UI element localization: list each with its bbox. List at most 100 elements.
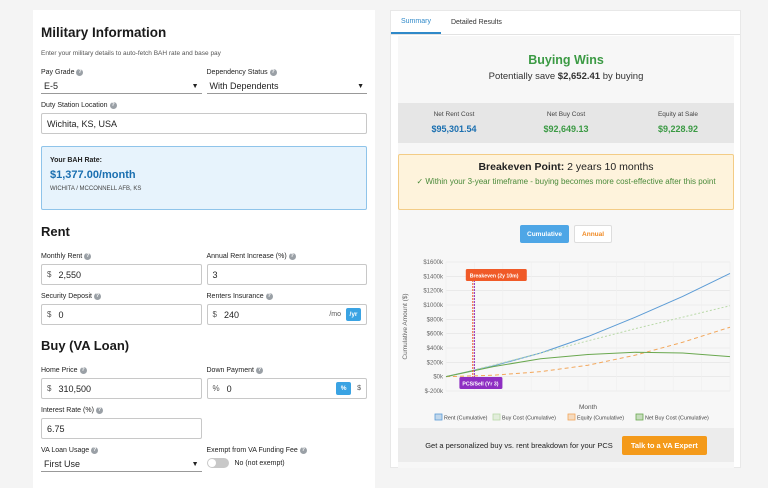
rent-section-title: Rent (41, 224, 70, 239)
bah-label: Your BAH Rate: (50, 157, 102, 164)
funding-fee-label: Exempt from VA Funding Fee? (206, 446, 307, 454)
down-payment-input[interactable]: % 0% $ (206, 378, 367, 399)
chevron-down-icon: ▼ (357, 82, 364, 90)
per-year-toggle[interactable]: /yr (346, 308, 361, 321)
y-tick-label: $800k (427, 317, 444, 323)
y-tick-label: $1400k (423, 274, 444, 280)
dependency-label: Dependency Status? (206, 68, 277, 76)
y-tick-label: $200k (427, 360, 444, 366)
military-subtitle: Enter your military details to auto-fetc… (41, 50, 221, 57)
dollar-toggle[interactable]: $ (357, 385, 361, 392)
stats-row: Net Rent Cost $95,301.54 Net Buy Cost $92,… (398, 103, 734, 143)
legend-swatch (635, 413, 644, 421)
home-price-input[interactable]: $310,500 (41, 378, 202, 399)
chevron-down-icon: ▼ (191, 460, 199, 468)
line-chart: $1600k $1400k $1200k $1000k $800k $600k $400k $… (402, 260, 731, 422)
y-tick-label: $600k (427, 332, 444, 338)
legend-label: Buy Cost (Cumulative) (502, 416, 556, 422)
y-tick-label: $1000k (423, 303, 444, 309)
chevron-down-icon: ▼ (191, 82, 199, 90)
chart-toggle: Cumulative Annual (520, 225, 613, 243)
bah-value: $1,377.00/month (50, 169, 136, 181)
chart-area: Cumulative Annual $1600k $1400k $1200k $100… (398, 219, 734, 422)
summary-content: Buying Wins Potentially save $2,652.41 b… (398, 36, 734, 468)
y-axis-label: Cumulative Amount ($) (402, 293, 409, 359)
per-month-toggle[interactable]: /mo (329, 311, 341, 318)
renters-insurance-input[interactable]: $240/mo/yr (206, 304, 367, 325)
interest-rate-label: Interest Rate (%)? (41, 406, 103, 414)
interest-rate-input[interactable]: 6.75 (41, 418, 202, 439)
pay-grade-select[interactable]: E-5 ▼ (41, 79, 202, 94)
breakeven-title: Breakeven Point: 2 years 10 months (478, 161, 654, 173)
va-loan-usage-select[interactable]: First Use ▼ (41, 457, 202, 472)
rent-increase-label: Annual Rent Increase (%)? (206, 252, 296, 260)
stat-net-rent: Net Rent Cost $95,301.54 (431, 111, 477, 134)
legend-label: Net Buy Cost (Cumulative) (645, 416, 709, 422)
monthly-rent-label: Monthly Rent? (41, 252, 92, 260)
annual-button[interactable]: Annual (574, 225, 613, 243)
monthly-rent-input[interactable]: $2,550 (41, 264, 202, 285)
help-icon[interactable]: ? (265, 292, 273, 300)
home-price-label: Home Price? (41, 366, 87, 374)
dollar-prefix: $ (47, 384, 52, 393)
cumulative-button[interactable]: Cumulative (520, 225, 570, 243)
y-tick-label: $1200k (423, 289, 444, 295)
breakeven-box: Breakeven Point: 2 years 10 months ✓ Wit… (398, 154, 734, 210)
dependency-select[interactable]: With Dependents ▼ (206, 79, 367, 94)
cta-bar: Get a personalized buy vs. rent breakdow… (398, 428, 734, 462)
results-panel: Summary Detailed Results Buying Wins Pot… (390, 10, 741, 468)
dollar-prefix: $ (212, 310, 217, 319)
y-tick-label: $-200k (425, 389, 444, 395)
legend-swatch (567, 413, 576, 421)
duty-station-label: Duty Station Location? (41, 101, 117, 109)
tab-detailed-results[interactable]: Detailed Results (441, 11, 512, 34)
security-deposit-label: Security Deposit? (41, 292, 101, 300)
legend-label: Rent (Cumulative) (444, 416, 488, 422)
stat-net-buy: Net Buy Cost $92,649.13 (543, 111, 589, 134)
help-icon[interactable]: ? (76, 68, 84, 76)
calculator-form: Military Information Enter your military… (33, 10, 375, 488)
security-deposit-input[interactable]: $0 (41, 304, 202, 325)
talk-to-expert-button[interactable]: Talk to a VA Expert (621, 435, 707, 455)
funding-fee-value: No (not exempt) (234, 459, 285, 467)
pcs-annotation: PCS/Sell (Yr 3) (462, 381, 498, 387)
duty-station-input[interactable]: Wichita, KS, USA (41, 113, 367, 134)
bah-location: WICHITA / MCCONNELL AFB, KS (50, 186, 142, 192)
funding-fee-switch[interactable] (206, 458, 229, 468)
help-icon[interactable]: ? (79, 366, 87, 374)
help-icon[interactable]: ? (91, 446, 99, 454)
dollar-prefix: $ (47, 310, 52, 319)
percent-prefix: % (212, 384, 220, 393)
breakeven-note: ✓ Within your 3-year timeframe - buying … (416, 177, 716, 186)
help-icon[interactable]: ? (109, 101, 117, 109)
funding-fee-switch-row: No (not exempt) (206, 458, 368, 468)
winner-title: Buying Wins (528, 53, 604, 67)
help-icon[interactable]: ? (288, 252, 296, 260)
help-icon[interactable]: ? (93, 292, 101, 300)
pay-grade-label: Pay Grade? (41, 68, 84, 76)
breakeven-annotation: Breakeven (2y 10m) (470, 273, 519, 279)
bah-rate-box: Your BAH Rate: $1,377.00/month WICHITA /… (41, 146, 367, 210)
renters-insurance-label: Renters Insurance? (206, 292, 273, 300)
legend-swatch (434, 413, 443, 421)
results-tabs: Summary Detailed Results (391, 11, 740, 35)
help-icon[interactable]: ? (269, 68, 277, 76)
dollar-prefix: $ (47, 270, 52, 279)
help-icon[interactable]: ? (255, 366, 263, 374)
buy-section-title: Buy (VA Loan) (41, 338, 130, 353)
legend-swatch (492, 413, 501, 421)
help-icon[interactable]: ? (84, 252, 92, 260)
rent-increase-input[interactable]: 3 (206, 264, 367, 285)
help-icon[interactable]: ? (95, 406, 103, 414)
military-section-title: Military Information (41, 25, 167, 40)
page: Military Information Enter your military… (0, 0, 768, 488)
percent-toggle[interactable]: % (336, 382, 352, 395)
y-tick-label: $0k (433, 375, 444, 381)
y-tick-label: $1600k (423, 260, 444, 266)
tab-summary[interactable]: Summary (391, 11, 441, 34)
legend-label: Equity (Cumulative) (577, 416, 624, 422)
cta-text: Get a personalized buy vs. rent breakdow… (425, 440, 613, 450)
y-tick-label: $400k (427, 346, 444, 352)
help-icon[interactable]: ? (299, 446, 307, 454)
x-axis-label: Month (579, 404, 597, 411)
